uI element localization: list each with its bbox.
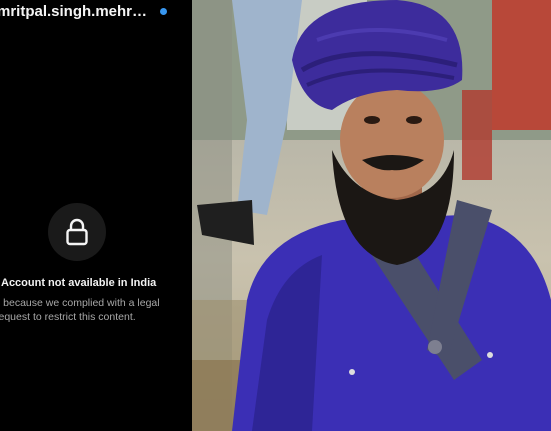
person-photo-illustration [192,0,551,431]
restriction-message-line: request to restrict this content. [0,311,136,323]
lock-icon [48,203,106,261]
profile-username[interactable]: mritpal.singh.mehr… [0,3,147,20]
restriction-message: s because we complied with a legal reque… [0,296,192,324]
profile-header: mritpal.singh.mehr… [0,3,168,20]
profile-photo [192,0,551,431]
instagram-profile-panel: mritpal.singh.mehr… Account not availabl… [0,0,192,431]
restriction-message-line: s because we complied with a legal [0,297,160,309]
verified-badge-icon [160,8,168,15]
restriction-title: Account not available in India [1,277,157,289]
